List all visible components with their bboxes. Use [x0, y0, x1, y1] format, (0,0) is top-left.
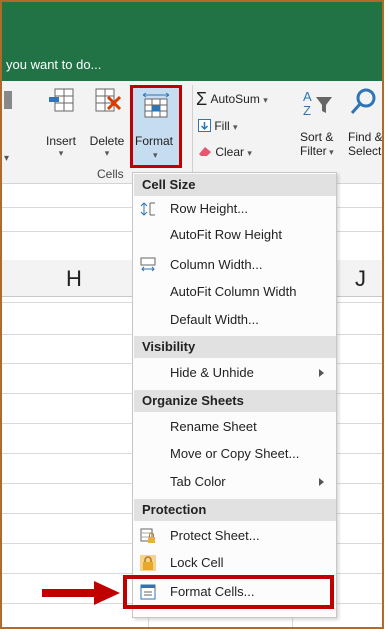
protect-sheet-icon — [140, 528, 155, 543]
fill-caret: ▾ — [233, 122, 238, 132]
sort-filter-button[interactable]: A Z Sort & Filter ▾ — [300, 87, 346, 158]
ribbon-separator — [192, 85, 193, 177]
delete-cells-icon — [95, 88, 122, 112]
default-width-item[interactable]: Default Width... — [134, 307, 336, 333]
fill-button[interactable]: Fill ▾ — [198, 119, 238, 133]
column-width-item[interactable]: Column Width... — [134, 252, 336, 278]
clear-label: Clear — [215, 145, 245, 159]
visibility-header: Visibility — [134, 336, 336, 358]
magnifier-icon — [350, 88, 376, 114]
column-header-h[interactable]: H — [2, 260, 148, 297]
format-cells-highlight — [123, 575, 334, 609]
insert-caret: ▾ — [58, 148, 64, 158]
column-width-label: Column Width... — [170, 257, 263, 272]
format-button[interactable]: Format ▾ — [130, 85, 182, 168]
protect-sheet-item[interactable]: Protect Sheet... — [134, 523, 336, 549]
lock-icon — [140, 555, 156, 571]
ribbon: ▾ Insert ▾ Delete ▾ Σ AutoSum ▾ Fill ▾ C… — [2, 81, 382, 184]
find-select-label-2: Select ▾ — [348, 144, 382, 158]
find-select-label-1: Find & — [348, 130, 383, 144]
autofit-row-label: AutoFit Row Height — [170, 227, 282, 242]
cells-group-label: Cells — [97, 167, 124, 181]
tab-color-item[interactable]: Tab Color — [134, 469, 336, 495]
lock-cell-item[interactable]: Lock Cell — [134, 550, 336, 576]
find-select-button[interactable]: Find & Select ▾ — [348, 87, 383, 158]
eraser-icon — [199, 147, 211, 156]
column-h-label: H — [66, 266, 82, 291]
move-copy-sheet-item[interactable]: Move or Copy Sheet... — [134, 441, 336, 467]
autofit-column-width-item[interactable]: AutoFit Column Width — [134, 279, 336, 305]
svg-text:Z: Z — [303, 103, 311, 118]
rename-sheet-label: Rename Sheet — [170, 419, 257, 434]
delete-button[interactable]: Delete ▾ — [86, 87, 128, 159]
sigma-icon: Σ — [196, 89, 208, 109]
default-width-label: Default Width... — [170, 312, 259, 327]
sort-filter-label-2: Filter ▾ — [300, 144, 334, 158]
rename-sheet-item[interactable]: Rename Sheet — [134, 414, 336, 440]
format-caret: ▾ — [153, 150, 158, 160]
delete-label: Delete — [89, 134, 125, 148]
svg-text:A: A — [303, 89, 312, 104]
move-copy-label: Move or Copy Sheet... — [170, 446, 300, 461]
cell-size-header: Cell Size — [134, 174, 336, 196]
fill-label: Fill — [214, 119, 230, 133]
lock-cell-label: Lock Cell — [170, 555, 224, 570]
hide-unhide-item[interactable]: Hide & Unhide — [134, 360, 336, 386]
insert-cells-icon — [49, 88, 74, 112]
format-label: Format — [135, 134, 174, 148]
autofit-row-height-item[interactable]: AutoFit Row Height — [134, 222, 336, 248]
autosum-label: AutoSum — [210, 92, 260, 106]
organize-sheets-header: Organize Sheets — [134, 390, 336, 412]
partial-icon — [4, 91, 12, 109]
protection-header: Protection — [134, 499, 336, 521]
hide-unhide-label: Hide & Unhide — [170, 365, 254, 380]
clear-button[interactable]: Clear ▾ — [198, 145, 252, 159]
delete-caret: ▾ — [104, 148, 110, 158]
autosum-button[interactable]: Σ AutoSum ▾ — [196, 89, 268, 110]
row-height-label: Row Height... — [170, 201, 249, 216]
tab-color-label: Tab Color — [170, 474, 226, 489]
row-height-icon — [140, 202, 155, 216]
excel-window: you want to do... ▾ Insert ▾ Delete ▾ Σ … — [0, 0, 384, 629]
submenu-arrow-icon — [319, 478, 324, 486]
format-cells-icon — [142, 92, 170, 118]
column-j-label: J — [355, 266, 366, 291]
tell-me-box[interactable]: you want to do... — [6, 57, 101, 72]
protect-sheet-label: Protect Sheet... — [170, 528, 260, 543]
autosum-caret: ▾ — [263, 95, 268, 105]
insert-button[interactable]: Insert ▾ — [40, 87, 82, 159]
clear-caret: ▾ — [247, 148, 252, 158]
autofit-column-label: AutoFit Column Width — [170, 284, 297, 299]
insert-label: Insert — [45, 134, 76, 148]
row-height-item[interactable]: Row Height... — [134, 196, 336, 222]
submenu-arrow-icon — [319, 369, 324, 377]
red-arrow-icon — [42, 581, 120, 605]
fill-down-icon — [198, 119, 211, 132]
dropdown-caret-left[interactable]: ▾ — [4, 153, 9, 164]
column-width-icon — [140, 257, 156, 272]
format-dropdown-menu: Cell Size Row Height... AutoFit Row Heig… — [132, 172, 337, 618]
title-bar: you want to do... — [2, 2, 382, 81]
sort-filter-label-1: Sort & — [300, 130, 334, 144]
sort-filter-icon: A Z — [303, 89, 332, 118]
